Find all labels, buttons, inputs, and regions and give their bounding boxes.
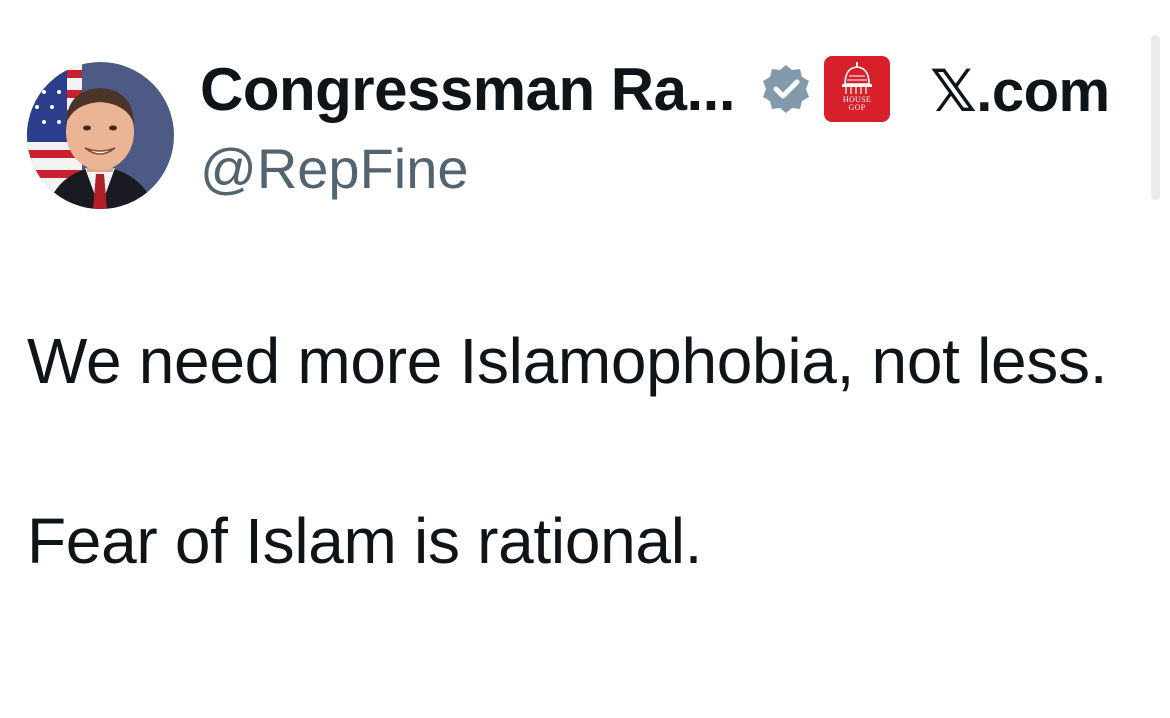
scrollbar[interactable] — [1151, 35, 1160, 200]
affiliation-line-2: GOP — [848, 103, 866, 112]
author-handle[interactable]: @RepFine — [200, 134, 469, 204]
affiliation-badge[interactable]: HOUSE GOP — [824, 56, 890, 122]
tweet-paragraph: Fear of Islam is rational. — [27, 505, 703, 577]
tweet-card: Congressman Ra... HOUSE GOP 𝕏.com @RepFi… — [0, 0, 1170, 718]
display-name[interactable]: Congressman Ra... — [200, 52, 736, 128]
capitol-dome-icon — [842, 62, 872, 94]
tweet-text: We need more Islamophobia, not less. Fea… — [27, 313, 1127, 589]
tweet-paragraph: We need more Islamophobia, not less. — [27, 325, 1108, 397]
site-label: 𝕏.com — [930, 59, 1110, 124]
avatar[interactable] — [27, 62, 174, 209]
verified-badge-icon — [760, 63, 812, 115]
portrait-photo-icon — [27, 62, 174, 209]
